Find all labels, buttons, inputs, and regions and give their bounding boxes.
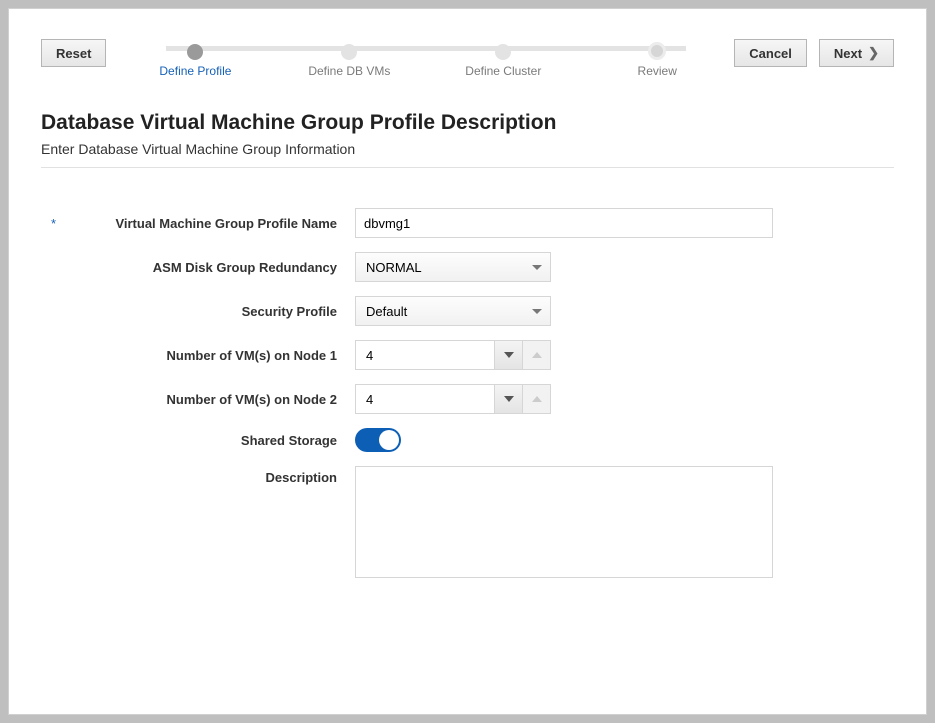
- node2-vm-count-value: 4: [356, 385, 494, 413]
- cancel-button[interactable]: Cancel: [734, 39, 807, 67]
- step-label: Define Cluster: [465, 64, 541, 78]
- step-review[interactable]: Review: [592, 44, 722, 78]
- step-label: Define Profile: [159, 64, 231, 78]
- node2-vm-count-stepper[interactable]: 4: [355, 384, 551, 414]
- description-label: Description: [41, 466, 341, 485]
- security-profile-select[interactable]: Default: [355, 296, 551, 326]
- shared-storage-toggle[interactable]: [355, 428, 401, 452]
- security-profile-label: Security Profile: [41, 304, 341, 319]
- node1-vm-count-stepper[interactable]: 4: [355, 340, 551, 370]
- step-dot-icon: [648, 42, 666, 60]
- node2-decrement-button[interactable]: [494, 385, 522, 413]
- chevron-right-icon: ❯: [868, 45, 879, 61]
- step-define-profile[interactable]: Define Profile: [130, 44, 260, 78]
- node2-vm-count-label: Number of VM(s) on Node 2: [41, 392, 341, 407]
- step-dot-icon: [187, 44, 203, 60]
- chevron-up-icon: [532, 352, 542, 358]
- wizard-panel: Reset Define Profile Define DB VMs De: [8, 8, 927, 715]
- page-title: Database Virtual Machine Group Profile D…: [41, 111, 894, 135]
- toggle-knob-icon: [379, 430, 399, 450]
- chevron-up-icon: [532, 396, 542, 402]
- caret-down-icon: [532, 309, 542, 314]
- node1-vm-count-label: Number of VM(s) on Node 1: [41, 348, 341, 363]
- security-profile-value: Default: [366, 304, 407, 319]
- step-dot-icon: [341, 44, 357, 60]
- reset-button[interactable]: Reset: [41, 39, 106, 67]
- step-dot-icon: [495, 44, 511, 60]
- step-define-db-vms[interactable]: Define DB VMs: [284, 44, 414, 78]
- step-label: Review: [638, 64, 677, 78]
- node1-increment-button: [522, 341, 550, 369]
- asm-redundancy-label: ASM Disk Group Redundancy: [41, 260, 341, 275]
- wizard-stepper: Define Profile Define DB VMs Define Clus…: [130, 39, 722, 83]
- node1-vm-count-value: 4: [356, 341, 494, 369]
- divider: [41, 167, 894, 168]
- description-textarea[interactable]: [355, 466, 773, 578]
- node2-increment-button: [522, 385, 550, 413]
- step-label: Define DB VMs: [308, 64, 390, 78]
- asm-redundancy-select[interactable]: NORMAL: [355, 252, 551, 282]
- profile-name-input[interactable]: [355, 208, 773, 238]
- shared-storage-label: Shared Storage: [41, 433, 341, 448]
- next-button[interactable]: Next ❯: [819, 39, 894, 67]
- node1-decrement-button[interactable]: [494, 341, 522, 369]
- caret-down-icon: [532, 265, 542, 270]
- asm-redundancy-value: NORMAL: [366, 260, 422, 275]
- top-bar: Reset Define Profile Define DB VMs De: [41, 39, 894, 83]
- chevron-down-icon: [504, 352, 514, 358]
- profile-name-label: Virtual Machine Group Profile Name: [41, 216, 341, 231]
- step-define-cluster[interactable]: Define Cluster: [438, 44, 568, 78]
- profile-form: Virtual Machine Group Profile Name ASM D…: [41, 208, 801, 578]
- page-subtitle: Enter Database Virtual Machine Group Inf…: [41, 141, 894, 157]
- next-button-label: Next: [834, 46, 862, 61]
- chevron-down-icon: [504, 396, 514, 402]
